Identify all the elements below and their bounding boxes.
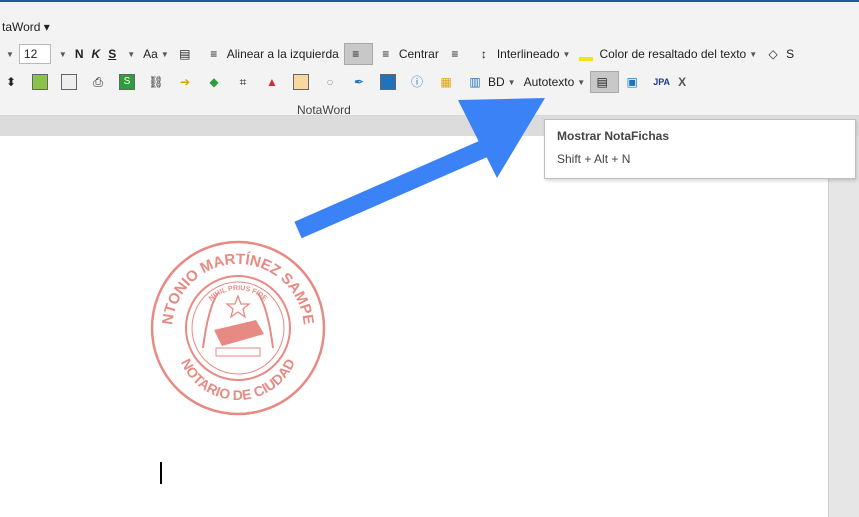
- chevron-down-icon: ▼: [749, 49, 758, 59]
- align-left-label: Alinear a la izquierda: [226, 47, 339, 61]
- frame-button[interactable]: ⌗: [232, 72, 259, 92]
- text-cursor: [160, 462, 162, 484]
- warning-button[interactable]: ◆: [203, 72, 230, 92]
- paint-bucket-icon: ◇: [768, 47, 778, 61]
- font-name-dropdown[interactable]: ▼: [0, 44, 17, 64]
- s-button[interactable]: S: [116, 72, 143, 92]
- document-page[interactable]: [0, 136, 828, 517]
- save-disk-icon: ▣: [626, 75, 638, 89]
- chevron-down-icon: ▼: [127, 49, 136, 59]
- align-right-icon: ≡: [451, 47, 459, 61]
- link-button[interactable]: ⛓: [145, 72, 172, 92]
- tooltip-shortcut: Shift + Alt + N: [557, 152, 631, 166]
- notary-seal: ANTONIO MARTÍNEZ SAMPER NIHIL PRIUS FIDE…: [148, 238, 326, 416]
- blocks-button[interactable]: ▦: [435, 72, 462, 92]
- insert-field-button[interactable]: ⬍: [0, 72, 27, 92]
- chevron-down-icon: ▼: [507, 77, 516, 87]
- database-icon: ▥: [469, 75, 481, 89]
- highlight-color-button[interactable]: Color de resaltado del texto ▼: [575, 44, 760, 64]
- mostrar-notafichas-button[interactable]: ▤: [590, 71, 620, 93]
- pdf-icon: ▲: [266, 75, 278, 89]
- ribbon-row-notaword: ⬍ ⎙ S ⛓ ➔ ◆ ⌗ ▲ ○ ✒ ⓘ ▦ ▥ BD ▼ Autotexto ▼ …: [0, 71, 691, 93]
- page-icon: ▤: [179, 47, 191, 61]
- pen-icon: ✒: [353, 75, 365, 89]
- align-left-icon: ≡: [210, 47, 218, 61]
- info-button[interactable]: ⓘ: [406, 72, 433, 92]
- id-card-icon: [380, 74, 396, 90]
- doc-button-1[interactable]: [29, 72, 56, 92]
- close-icon: X: [678, 75, 687, 89]
- sign-button[interactable]: ✒: [348, 72, 375, 92]
- line-spacing-label: Interlineado: [496, 47, 560, 61]
- autotexto-button[interactable]: Autotexto ▼: [521, 72, 589, 92]
- italic-button[interactable]: K: [89, 44, 104, 64]
- align-center-icon: ≡: [382, 47, 390, 61]
- save-button[interactable]: ▣: [621, 72, 648, 92]
- tooltip-mostrar-notafichas: Mostrar NotaFichas Shift + Alt + N: [544, 119, 856, 179]
- print-button[interactable]: ⎙: [87, 72, 114, 92]
- underline-button[interactable]: S: [105, 44, 119, 64]
- align-left-button[interactable]: ≡ Alinear a la izquierda: [203, 44, 342, 64]
- arrow-updown-icon: ⬍: [5, 75, 17, 89]
- chevron-down-icon: ▼: [562, 49, 571, 59]
- highlight-label: Color de resaltado del texto: [599, 47, 747, 61]
- s-green-icon: S: [119, 74, 135, 90]
- import-arrow-icon: ➔: [179, 75, 191, 89]
- line-spacing-button[interactable]: ↕ Interlineado ▼: [473, 44, 574, 64]
- autotexto-label: Autotexto: [523, 75, 575, 89]
- notafichas-icon: ▤: [596, 75, 608, 89]
- line-spacing-icon: ↕: [480, 47, 487, 61]
- document-icon: [61, 74, 77, 90]
- chevron-down-icon: ▼: [58, 49, 67, 59]
- vertical-scrollbar[interactable]: [828, 136, 859, 517]
- ribbon: taWord ▾ ▼ 12 ▼ N K S ▼ Aa ▼ ▤ ≡ Alinear a…: [0, 2, 859, 117]
- bd-button[interactable]: ▥ BD ▼: [464, 72, 519, 92]
- shading-button[interactable]: ◇ S: [762, 44, 797, 64]
- tooltip-title: Mostrar NotaFichas: [557, 129, 670, 143]
- bd-label: BD: [488, 75, 505, 89]
- jpa-button[interactable]: JPA: [650, 72, 673, 92]
- notaword-menu[interactable]: taWord ▾: [2, 20, 50, 34]
- change-case-label: Aa: [143, 47, 158, 61]
- font-size-dropdown[interactable]: ▼: [53, 44, 70, 64]
- align-right-button[interactable]: ≡: [444, 44, 471, 64]
- page-icon-button[interactable]: ▤: [174, 44, 201, 64]
- import-button[interactable]: ➔: [174, 72, 201, 92]
- doc-button-2[interactable]: [58, 72, 85, 92]
- center-button[interactable]: ≡ Centrar: [375, 44, 442, 64]
- chevron-down-icon: ▼: [577, 77, 586, 87]
- table-icon: [32, 74, 48, 90]
- highlight-color-swatch: [579, 57, 594, 61]
- ribbon-group-label: NotaWord: [297, 103, 351, 117]
- pdf-button[interactable]: ▲: [261, 72, 288, 92]
- chevron-down-icon: ▼: [160, 49, 169, 59]
- underline-dropdown[interactable]: ▼: [121, 44, 138, 64]
- center-label: Centrar: [398, 47, 439, 61]
- font-size-value: 12: [23, 47, 38, 61]
- jpa-label: JPA: [653, 77, 671, 87]
- shading-label: S: [786, 47, 795, 61]
- close-notaword-button[interactable]: X: [675, 72, 689, 92]
- printer-icon: ⎙: [93, 75, 103, 89]
- diamond-warning-icon: ◆: [209, 75, 219, 89]
- blocks-icon: ▦: [440, 75, 452, 89]
- link-icon: ⛓: [148, 75, 164, 89]
- pdf-file-icon: [293, 74, 309, 90]
- justify-button[interactable]: ≡: [343, 43, 373, 65]
- pdf-export-button[interactable]: [290, 72, 317, 92]
- info-icon: ⓘ: [410, 75, 423, 89]
- bold-button[interactable]: N: [72, 44, 87, 64]
- frame-icon: ⌗: [239, 75, 247, 89]
- font-size-box[interactable]: 12: [18, 44, 51, 64]
- change-case-button[interactable]: Aa ▼: [140, 44, 172, 64]
- chevron-down-icon: ▼: [6, 49, 14, 59]
- circle-button[interactable]: ○: [319, 72, 346, 92]
- circle-icon: ○: [326, 75, 334, 89]
- highlighter-icon: [578, 46, 594, 62]
- justify-icon: ≡: [352, 47, 360, 61]
- card-button[interactable]: [377, 72, 404, 92]
- ribbon-row-formatting: ▼ 12 ▼ N K S ▼ Aa ▼ ▤ ≡ Alinear a la izqui…: [0, 43, 799, 65]
